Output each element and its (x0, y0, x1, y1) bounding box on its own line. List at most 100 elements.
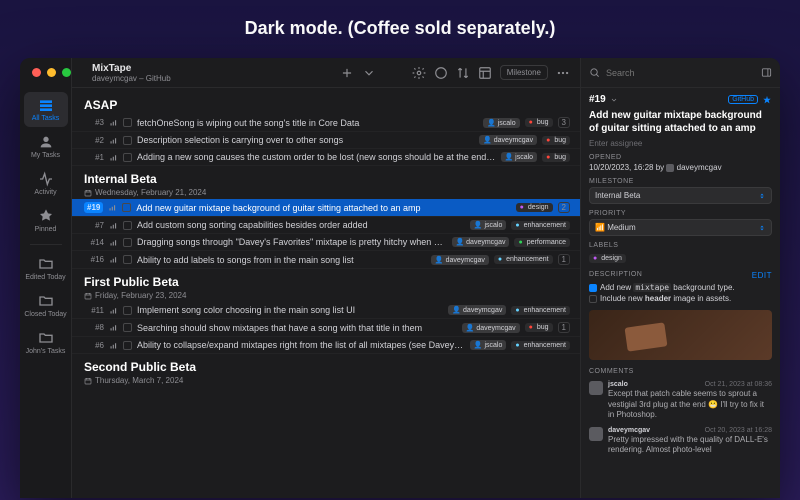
assignee-tag[interactable]: 👤 jscalo (483, 118, 520, 128)
sidebar-item-edited-today[interactable]: Edited Today (24, 251, 68, 286)
project-name: MixTape (92, 63, 332, 74)
edit-button[interactable]: Edit (752, 271, 772, 280)
sidebar-item-label: Edited Today (25, 274, 65, 281)
checkbox-icon[interactable] (123, 306, 132, 315)
sidebar-item-johns-tasks[interactable]: John's Tasks (24, 325, 68, 360)
task-row[interactable]: #7Add custom song sorting capabilities b… (72, 217, 580, 234)
updown-icon (758, 224, 766, 232)
milestone-title: ASAP (84, 98, 568, 112)
maximize-icon[interactable] (62, 68, 71, 77)
checkbox-icon[interactable] (123, 323, 132, 332)
label-tag[interactable]: enhancement (494, 255, 553, 264)
task-title: Dragging songs through "Davey's Favorite… (137, 237, 447, 247)
checkbox-icon[interactable] (123, 255, 132, 264)
search-input[interactable] (606, 68, 755, 78)
checkbox-icon[interactable] (589, 284, 597, 292)
issue-title: Add new guitar mixtape background of gui… (589, 109, 772, 135)
label-tag[interactable]: bug (542, 136, 570, 145)
search-bar (581, 58, 780, 88)
task-row[interactable]: #8Searching should show mixtapes that ha… (72, 319, 580, 337)
label-tag[interactable]: bug (525, 118, 553, 127)
chevron-down-icon[interactable] (362, 66, 376, 80)
close-icon[interactable] (32, 68, 41, 77)
sidebar-item-pinned[interactable]: Pinned (24, 203, 68, 238)
assignee-field[interactable]: Enter assignee (589, 139, 772, 148)
assignee-tag[interactable]: 👤 daveymcgav (479, 135, 537, 145)
task-row[interactable]: #1Adding a new song causes the custom or… (72, 149, 580, 166)
priority-icon (109, 255, 118, 264)
task-row[interactable]: #3fetchOneSong is wiping out the song's … (72, 114, 580, 132)
label-tag[interactable]: enhancement (511, 221, 570, 230)
checkbox-icon[interactable] (123, 136, 132, 145)
milestone-header[interactable]: First Public BetaFriday, February 23, 20… (72, 269, 580, 302)
marketing-headline: Dark mode. (Coffee sold separately.) (0, 0, 800, 53)
plus-icon[interactable] (340, 66, 354, 80)
description-label: DESCRIPTION Edit (589, 271, 772, 278)
panel-toggle-icon[interactable] (761, 67, 772, 78)
milestone-date: Friday, February 23, 2024 (84, 291, 568, 300)
milestone-select[interactable]: Internal Beta (589, 187, 772, 204)
label-tag[interactable]: bug (542, 153, 570, 162)
opened-label: OPENED (589, 154, 772, 161)
comment-date: Oct 20, 2023 at 16:28 (705, 427, 772, 434)
task-row[interactable]: #6Ability to collapse/expand mixtapes ri… (72, 337, 580, 354)
opened-value: 10/20/2023, 16:28 by daveymcgav (589, 163, 772, 172)
attachment-image[interactable] (589, 310, 772, 360)
sidebar-item-all-tasks[interactable]: All Tasks (24, 92, 68, 127)
assignee-tag[interactable]: 👤 jscalo (470, 340, 507, 350)
sidebar-item-label: My Tasks (31, 152, 60, 159)
comment-text: Pretty impressed with the quality of DAL… (608, 435, 772, 456)
label-tag[interactable]: design (516, 203, 553, 212)
minimize-icon[interactable] (47, 68, 56, 77)
assignee-tag[interactable]: 👤 jscalo (470, 220, 507, 230)
task-row[interactable]: #11Implement song color choosing in the … (72, 302, 580, 319)
avatar[interactable] (589, 427, 603, 441)
assignee-tag[interactable]: 👤 jscalo (501, 152, 538, 162)
label-tag[interactable]: bug (525, 323, 553, 332)
layout-icon[interactable] (478, 66, 492, 80)
more-icon[interactable] (556, 66, 570, 80)
task-row[interactable]: #2Description selection is carrying over… (72, 132, 580, 149)
task-row[interactable]: #16Ability to add labels to songs from i… (72, 251, 580, 269)
task-number: #3 (84, 118, 104, 127)
assignee-tag[interactable]: 👤 daveymcgav (452, 237, 510, 247)
sidebar-item-my-tasks[interactable]: My Tasks (24, 129, 68, 164)
priority-select[interactable]: 📶 Medium (589, 219, 772, 236)
checkbox-icon[interactable] (123, 341, 132, 350)
milestone-header[interactable]: Internal BetaWednesday, February 21, 202… (72, 166, 580, 199)
checkbox-icon[interactable] (589, 295, 597, 303)
gear-icon[interactable] (412, 66, 426, 80)
sidebar-item-closed-today[interactable]: Closed Today (24, 288, 68, 323)
priority-icon (109, 136, 118, 145)
checkbox-icon[interactable] (123, 238, 132, 247)
checkbox-icon[interactable] (122, 203, 131, 212)
milestone-button[interactable]: Milestone (500, 65, 548, 80)
label-tag[interactable]: enhancement (511, 341, 570, 350)
milestone-header[interactable]: Second Public BetaThursday, March 7, 202… (72, 354, 580, 387)
sidebar-item-label: John's Tasks (26, 348, 66, 355)
assignee-tag[interactable]: 👤 daveymcgav (462, 323, 520, 333)
avatar[interactable] (589, 381, 603, 395)
github-badge[interactable]: GitHub (728, 95, 758, 104)
label-tag[interactable]: design (589, 254, 626, 263)
assignee-tag[interactable]: 👤 daveymcgav (431, 255, 489, 265)
task-list: ASAP #3fetchOneSong is wiping out the son… (72, 88, 580, 498)
sort-icon[interactable] (456, 66, 470, 80)
task-row[interactable]: #14Dragging songs through "Davey's Favor… (72, 234, 580, 251)
label-tag[interactable]: enhancement (511, 306, 570, 315)
checkbox-icon[interactable] (123, 118, 132, 127)
checkbox-icon[interactable] (123, 221, 132, 230)
checkbox-icon[interactable] (123, 153, 132, 162)
priority-icon (109, 323, 118, 332)
task-row[interactable]: #19Add new guitar mixtape background of … (72, 199, 580, 217)
milestone-header[interactable]: ASAP (72, 92, 580, 114)
filter-icon[interactable] (434, 66, 448, 80)
task-number: #7 (84, 221, 104, 230)
label-tag[interactable]: performance (514, 238, 570, 247)
sidebar-item-activity[interactable]: Activity (24, 166, 68, 201)
sidebar-item-label: Pinned (35, 226, 57, 233)
assignee-tag[interactable]: 👤 daveymcgav (448, 305, 506, 315)
chevron-down-icon[interactable] (610, 96, 618, 104)
priority-icon (109, 221, 118, 230)
pin-icon[interactable] (762, 95, 772, 105)
